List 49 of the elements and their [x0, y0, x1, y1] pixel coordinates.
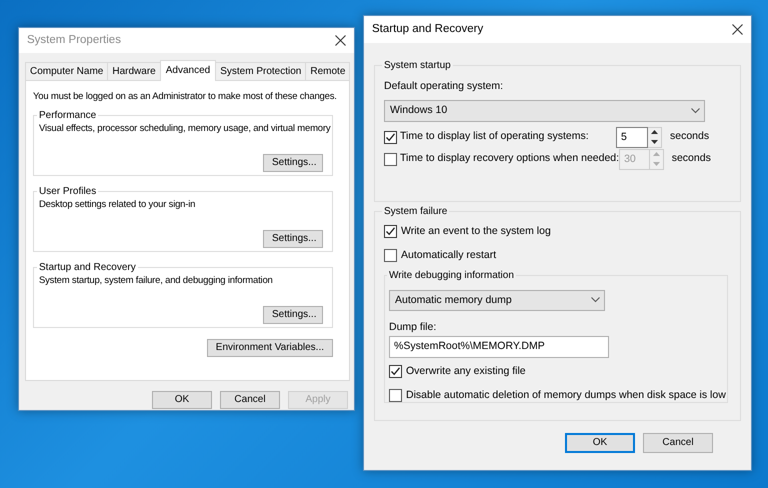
checkbox-label: Write an event to the system log: [401, 224, 551, 239]
close-icon[interactable]: [732, 24, 743, 35]
checkbox[interactable]: [389, 388, 402, 402]
dialog-button[interactable]: OK: [565, 433, 635, 453]
settings-button[interactable]: Settings...: [263, 306, 323, 324]
dropdown-value: Automatic memory dump: [395, 292, 512, 308]
close-icon[interactable]: [335, 35, 346, 46]
group-title: User Profiles: [38, 185, 98, 198]
tab[interactable]: Remote: [305, 62, 350, 80]
dialog-button[interactable]: OK: [152, 391, 212, 409]
checkbox[interactable]: [384, 249, 397, 262]
checkbox-label: Time to display list of operating systems:: [400, 129, 589, 144]
spin-buttons[interactable]: [648, 126, 662, 148]
group-title: System startup: [383, 59, 452, 72]
group-description: System startup, system failure, and debugging information: [39, 274, 274, 288]
chevron-icon: [691, 108, 700, 114]
dropdown[interactable]: Windows 10: [384, 100, 705, 122]
group-title: Performance: [38, 109, 98, 122]
unit-label: seconds: [672, 151, 712, 166]
group-title: System failure: [383, 205, 448, 218]
checkbox-label: Disable automatic deletion of memory dumps when disk space is low: [406, 388, 726, 402]
checkbox[interactable]: [384, 225, 397, 238]
settings-button[interactable]: Settings...: [263, 230, 323, 248]
field-label: Dump file:: [389, 320, 438, 336]
group-title: Startup and Recovery: [38, 261, 137, 274]
tab[interactable]: Advanced: [160, 60, 216, 81]
window-title: System Properties: [27, 32, 121, 48]
checkbox[interactable]: [389, 365, 402, 378]
group-title: Write debugging information: [388, 268, 515, 282]
field-label: Default operating system:: [384, 79, 504, 94]
checkbox-label: Overwrite any existing file: [406, 364, 526, 379]
dropdown-value: Windows 10: [390, 102, 448, 118]
settings-button[interactable]: Settings...: [263, 154, 323, 172]
unit-label: seconds: [670, 129, 710, 144]
dialog-button[interactable]: Cancel: [220, 391, 280, 409]
notice-text: You must be logged on as an Administrator to make most of these changes.: [33, 90, 338, 104]
number-field[interactable]: 5: [616, 126, 648, 148]
tab[interactable]: Computer Name: [25, 62, 108, 80]
dropdown[interactable]: Automatic memory dump: [389, 290, 605, 312]
text-field[interactable]: %SystemRoot%\MEMORY.DMP: [389, 336, 609, 358]
group-description: Desktop settings related to your sign-in: [39, 198, 196, 212]
checkbox-label: Automatically restart: [401, 248, 496, 263]
checkbox-label: Time to display recovery options when needed:: [400, 151, 620, 166]
chevron-icon: [591, 297, 600, 304]
dialog-button[interactable]: Cancel: [643, 433, 713, 453]
group-description: Visual effects, processor scheduling, memory usage, and virtual memory: [39, 122, 330, 136]
checkbox[interactable]: [384, 130, 397, 144]
environment-variables-button[interactable]: Environment Variables...: [206, 339, 333, 358]
window-title: Startup and Recovery: [372, 22, 484, 37]
